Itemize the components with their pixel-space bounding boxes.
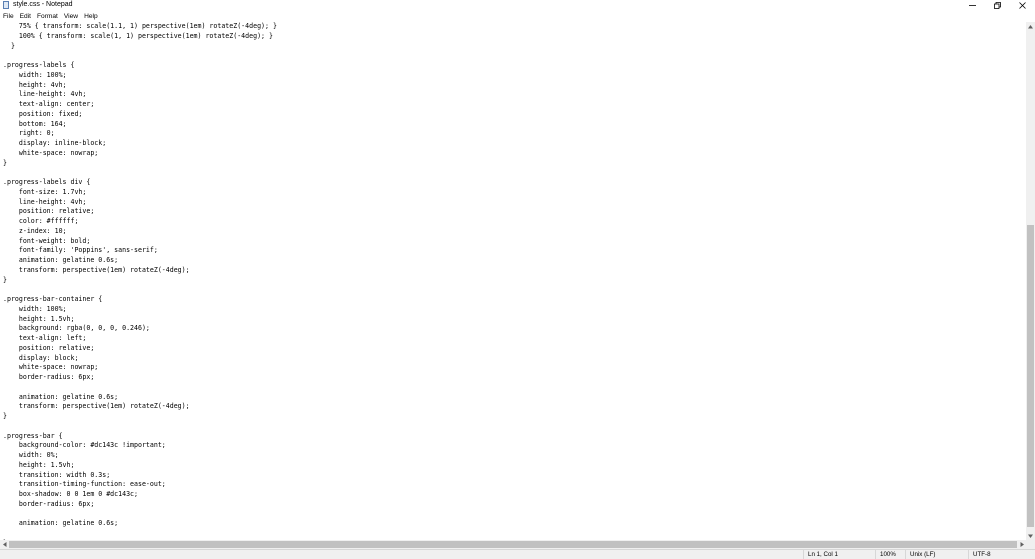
code-line[interactable] xyxy=(3,510,1026,520)
code-line[interactable]: font-family: 'Poppins', sans-serif; xyxy=(3,246,1026,256)
code-line[interactable]: transform: perspective(1em) rotateZ(-4de… xyxy=(3,266,1026,276)
zoom-level: 100% xyxy=(875,550,905,559)
code-line[interactable] xyxy=(3,529,1026,539)
code-line[interactable]: .progress-labels { xyxy=(3,61,1026,71)
code-line[interactable]: position: relative; xyxy=(3,207,1026,217)
code-line[interactable]: display: inline-block; xyxy=(3,139,1026,149)
scroll-corner xyxy=(1026,540,1035,549)
scroll-down-button[interactable] xyxy=(1026,531,1035,540)
code-line[interactable]: z-index: 10; xyxy=(3,227,1026,237)
code-line[interactable]: width: 0%; xyxy=(3,451,1026,461)
status-bar: Ln 1, Col 1 100% Unix (LF) UTF-8 xyxy=(0,549,1035,559)
menu-edit[interactable]: Edit xyxy=(17,11,34,22)
code-line[interactable]: border-radius: 6px; xyxy=(3,373,1026,383)
code-line[interactable]: right: 0; xyxy=(3,129,1026,139)
line-ending: Unix (LF) xyxy=(905,550,968,559)
chevron-up-icon xyxy=(1028,24,1033,28)
chevron-left-icon xyxy=(2,542,6,547)
code-line[interactable]: line-height: 4vh; xyxy=(3,198,1026,208)
code-line[interactable]: } xyxy=(3,42,1026,52)
scroll-up-button[interactable] xyxy=(1026,22,1035,31)
menu-view[interactable]: View xyxy=(61,11,81,22)
chevron-down-icon xyxy=(1028,534,1033,538)
code-line[interactable]: .progress-bar { xyxy=(3,432,1026,442)
code-line[interactable]: } xyxy=(3,276,1026,286)
code-line[interactable] xyxy=(3,422,1026,432)
menu-file[interactable]: File xyxy=(0,11,17,22)
code-line[interactable]: 75% { transform: scale(1.1, 1) perspecti… xyxy=(3,22,1026,32)
code-line[interactable]: height: 4vh; xyxy=(3,81,1026,91)
horizontal-scroll-thumb[interactable] xyxy=(9,541,1017,548)
code-line[interactable]: } xyxy=(3,412,1026,422)
code-line[interactable]: animation: gelatine 0.6s; xyxy=(3,519,1026,529)
code-line[interactable]: white-space: nowrap; xyxy=(3,363,1026,373)
code-line[interactable]: height: 1.5vh; xyxy=(3,315,1026,325)
menu-format[interactable]: Format xyxy=(34,11,61,22)
code-line[interactable]: 100% { transform: scale(1, 1) perspectiv… xyxy=(3,32,1026,42)
code-line[interactable]: animation: gelatine 0.6s; xyxy=(3,393,1026,403)
minimize-button[interactable] xyxy=(958,0,986,10)
horizontal-scrollbar[interactable] xyxy=(0,540,1026,549)
menu-help[interactable]: Help xyxy=(81,11,101,22)
code-line[interactable]: bottom: 164; xyxy=(3,120,1026,130)
title-bar[interactable]: style.css - Notepad xyxy=(0,0,1035,11)
code-line[interactable]: box-shadow: 0 0 1em 0 #dc143c; xyxy=(3,490,1026,500)
restore-button[interactable] xyxy=(983,0,1011,10)
code-line[interactable]: width: 100%; xyxy=(3,71,1026,81)
code-line[interactable]: text-align: center; xyxy=(3,100,1026,110)
close-button[interactable] xyxy=(1008,0,1035,10)
chevron-right-icon xyxy=(1020,542,1024,547)
cursor-position: Ln 1, Col 1 xyxy=(803,550,875,559)
menu-bar: File Edit Format View Help xyxy=(0,11,1035,22)
close-icon xyxy=(1018,1,1026,9)
notepad-icon xyxy=(3,1,9,9)
code-line[interactable]: white-space: nowrap; xyxy=(3,149,1026,159)
restore-icon xyxy=(993,1,1001,9)
code-line[interactable]: display: block; xyxy=(3,354,1026,364)
editor-content[interactable]: 75% { transform: scale(1.1, 1) perspecti… xyxy=(0,22,1026,540)
code-line[interactable]: position: fixed; xyxy=(3,110,1026,120)
code-line[interactable]: font-size: 1.7vh; xyxy=(3,188,1026,198)
code-line[interactable]: .progress-labels div { xyxy=(3,178,1026,188)
vertical-scrollbar[interactable] xyxy=(1026,22,1035,540)
code-line[interactable]: text-align: left; xyxy=(3,334,1026,344)
encoding: UTF-8 xyxy=(968,550,1035,559)
scroll-right-button[interactable] xyxy=(1017,540,1026,549)
code-line[interactable] xyxy=(3,168,1026,178)
code-line[interactable]: background: rgba(0, 0, 0, 0.246); xyxy=(3,324,1026,334)
code-line[interactable]: line-height: 4vh; xyxy=(3,90,1026,100)
code-line[interactable]: } xyxy=(3,159,1026,169)
code-line[interactable]: .progress-bar-container { xyxy=(3,295,1026,305)
code-line[interactable]: position: relative; xyxy=(3,344,1026,354)
minimize-icon xyxy=(968,4,976,6)
window-title: style.css - Notepad xyxy=(13,1,73,8)
code-line[interactable]: font-weight: bold; xyxy=(3,237,1026,247)
scroll-left-button[interactable] xyxy=(0,540,9,549)
code-line[interactable]: transition: width 0.3s; xyxy=(3,471,1026,481)
code-line[interactable]: animation: gelatine 0.6s; xyxy=(3,256,1026,266)
text-editor[interactable]: 75% { transform: scale(1.1, 1) perspecti… xyxy=(0,22,1026,540)
code-line[interactable]: border-radius: 6px; xyxy=(3,500,1026,510)
code-line[interactable]: transform: perspective(1em) rotateZ(-4de… xyxy=(3,402,1026,412)
code-line[interactable]: color: #ffffff; xyxy=(3,217,1026,227)
code-line[interactable] xyxy=(3,285,1026,295)
code-line[interactable]: width: 100%; xyxy=(3,305,1026,315)
code-line[interactable] xyxy=(3,51,1026,61)
code-line[interactable]: background-color: #dc143c !important; xyxy=(3,441,1026,451)
vertical-scroll-thumb[interactable] xyxy=(1027,225,1034,527)
notepad-window: style.css - Notepad File Edit Format Vie… xyxy=(0,0,1035,559)
code-line[interactable] xyxy=(3,383,1026,393)
code-line[interactable]: transition-timing-function: ease-out; xyxy=(3,480,1026,490)
code-line[interactable]: height: 1.5vh; xyxy=(3,461,1026,471)
